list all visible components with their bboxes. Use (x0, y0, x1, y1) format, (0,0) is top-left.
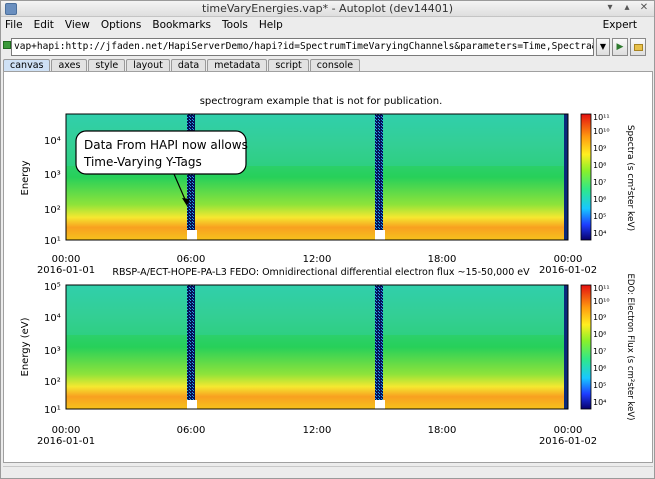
app-window: timeVaryEnergies.vap* - Autoplot (dev144… (0, 0, 655, 479)
bottom-cb-tick-2: 10⁵ (593, 381, 606, 390)
top-x-tick-4: 18:00 (428, 254, 457, 265)
top-cb-tick-3: 10⁶ (593, 195, 606, 204)
top-gap-notch-1 (187, 230, 197, 240)
top-y-axis-label: Energy (20, 160, 31, 195)
bottom-colorbar[interactable] (580, 284, 592, 410)
top-x-date-right: 2016-01-02 (539, 265, 597, 276)
bottom-y-axis-label: Energy (eV) (20, 317, 31, 376)
uri-bar: vap+hapi:http://jfaden.net/HapiServerDem… (1, 36, 654, 58)
bottom-gap-band-3 (564, 285, 568, 409)
top-x-tick-3: 12:00 (303, 254, 332, 265)
expert-mode-menu[interactable]: Expert (603, 17, 637, 34)
bottom-x-tick-5: 00:00 (554, 425, 583, 436)
top-cb-tick-2: 10⁵ (593, 212, 606, 221)
menu-file[interactable]: File (5, 17, 23, 34)
top-x-date-left: 2016-01-01 (37, 265, 95, 276)
uri-input[interactable]: vap+hapi:http://jfaden.net/HapiServerDem… (11, 38, 594, 56)
top-x-tick-5: 00:00 (554, 254, 583, 265)
top-cb-tick-8: 10¹¹ (593, 113, 610, 122)
plot-canvas[interactable]: spectrogram example that is not for publ… (3, 71, 653, 463)
top-colorbar-ticks: 10⁴ 10⁵ 10⁶ 10⁷ 10⁸ 10⁹ 10¹⁰ 10¹¹ (593, 113, 610, 238)
top-gap-band-2 (375, 114, 383, 240)
top-plot-title: spectrogram example that is not for publ… (200, 96, 443, 107)
top-cb-tick-1: 10⁴ (593, 229, 606, 238)
bottom-gap-band-1 (187, 285, 195, 409)
bottom-cb-tick-1: 10⁴ (593, 398, 606, 407)
bottom-x-tick-1: 00:00 (52, 425, 81, 436)
bottom-x-tick-2: 06:00 (177, 425, 206, 436)
top-cb-tick-6: 10⁹ (593, 144, 606, 153)
bottom-cb-tick-8: 10¹¹ (593, 284, 610, 293)
menu-bar: File Edit View Options Bookmarks Tools H… (1, 17, 654, 34)
top-cb-tick-5: 10⁸ (593, 161, 606, 170)
bottom-x-date-right: 2016-01-02 (539, 436, 597, 447)
folder-icon (634, 44, 643, 51)
bottom-y-tick-5: 10⁵ (44, 282, 61, 293)
top-x-tick-1: 00:00 (52, 254, 81, 265)
top-x-tick-2: 06:00 (177, 254, 206, 265)
bottom-x-date-left: 2016-01-01 (37, 436, 95, 447)
top-y-tick-1: 10¹ (44, 236, 61, 247)
top-cb-tick-4: 10⁷ (593, 178, 606, 187)
status-bar (3, 466, 653, 478)
bottom-gap-notch-1 (187, 400, 197, 409)
title-bar[interactable]: timeVaryEnergies.vap* - Autoplot (dev144… (1, 1, 654, 17)
top-cb-tick-7: 10¹⁰ (593, 127, 610, 136)
data-source-icon (3, 41, 11, 49)
menu-view[interactable]: View (65, 17, 90, 34)
top-colorbar[interactable] (580, 113, 592, 241)
bottom-cb-tick-3: 10⁶ (593, 364, 606, 373)
open-file-button[interactable] (630, 38, 646, 56)
bottom-gap-band-2 (375, 285, 383, 409)
bottom-cb-tick-6: 10⁹ (593, 313, 606, 322)
bottom-gap-notch-2 (375, 400, 385, 409)
bottom-cb-tick-4: 10⁷ (593, 347, 606, 356)
bottom-y-tick-4: 10⁴ (44, 313, 61, 324)
menu-bookmarks[interactable]: Bookmarks (152, 17, 211, 34)
autoplot-app-icon (5, 3, 17, 15)
uri-history-dropdown[interactable]: ▼ (596, 38, 610, 56)
window-title: timeVaryEnergies.vap* - Autoplot (dev144… (202, 2, 453, 15)
bottom-cb-tick-5: 10⁸ (593, 330, 606, 339)
maximize-icon[interactable]: ▴ (621, 2, 633, 14)
go-button[interactable]: ▶ (612, 38, 628, 56)
bottom-colorbar-label: EDO: Electron Flux (s cm²ster keV) (625, 274, 635, 421)
bottom-y-tick-3: 10³ (44, 346, 61, 357)
annotation-text-line1: Data From HAPI now allows (84, 138, 248, 152)
annotation-text-line2: Time-Varying Y-Tags (83, 155, 202, 169)
bottom-y-tick-1: 10¹ (44, 405, 61, 416)
top-y-tick-4: 10⁴ (44, 136, 61, 147)
menu-help[interactable]: Help (259, 17, 283, 34)
menu-edit[interactable]: Edit (34, 17, 54, 34)
bottom-cb-tick-7: 10¹⁰ (593, 297, 610, 306)
bottom-upper-band (66, 285, 568, 335)
top-y-tick-3: 10³ (44, 170, 61, 181)
bottom-y-tick-2: 10² (44, 377, 61, 388)
bottom-spectrogram[interactable] (65, 284, 569, 410)
plot-svg[interactable]: spectrogram example that is not for publ… (4, 72, 652, 462)
top-gap-band-3 (564, 114, 568, 240)
bottom-x-tick-4: 18:00 (428, 425, 457, 436)
bottom-colorbar-ticks: 10⁴ 10⁵ 10⁶ 10⁷ 10⁸ 10⁹ 10¹⁰ 10¹¹ (593, 284, 610, 407)
bottom-plot-title: RBSP-A/ECT-HOPE-PA-L3 FEDO: Omnidirectio… (112, 267, 530, 278)
bottom-x-tick-3: 12:00 (303, 425, 332, 436)
close-icon[interactable]: ✕ (638, 2, 650, 14)
menu-tools[interactable]: Tools (222, 17, 248, 34)
minimize-icon[interactable]: ▾ (604, 2, 616, 14)
top-gap-notch-2 (375, 230, 385, 240)
top-y-tick-2: 10² (44, 205, 61, 216)
menu-options[interactable]: Options (101, 17, 142, 34)
top-colorbar-label: Spectra (s cm²ster keV) (625, 125, 635, 231)
